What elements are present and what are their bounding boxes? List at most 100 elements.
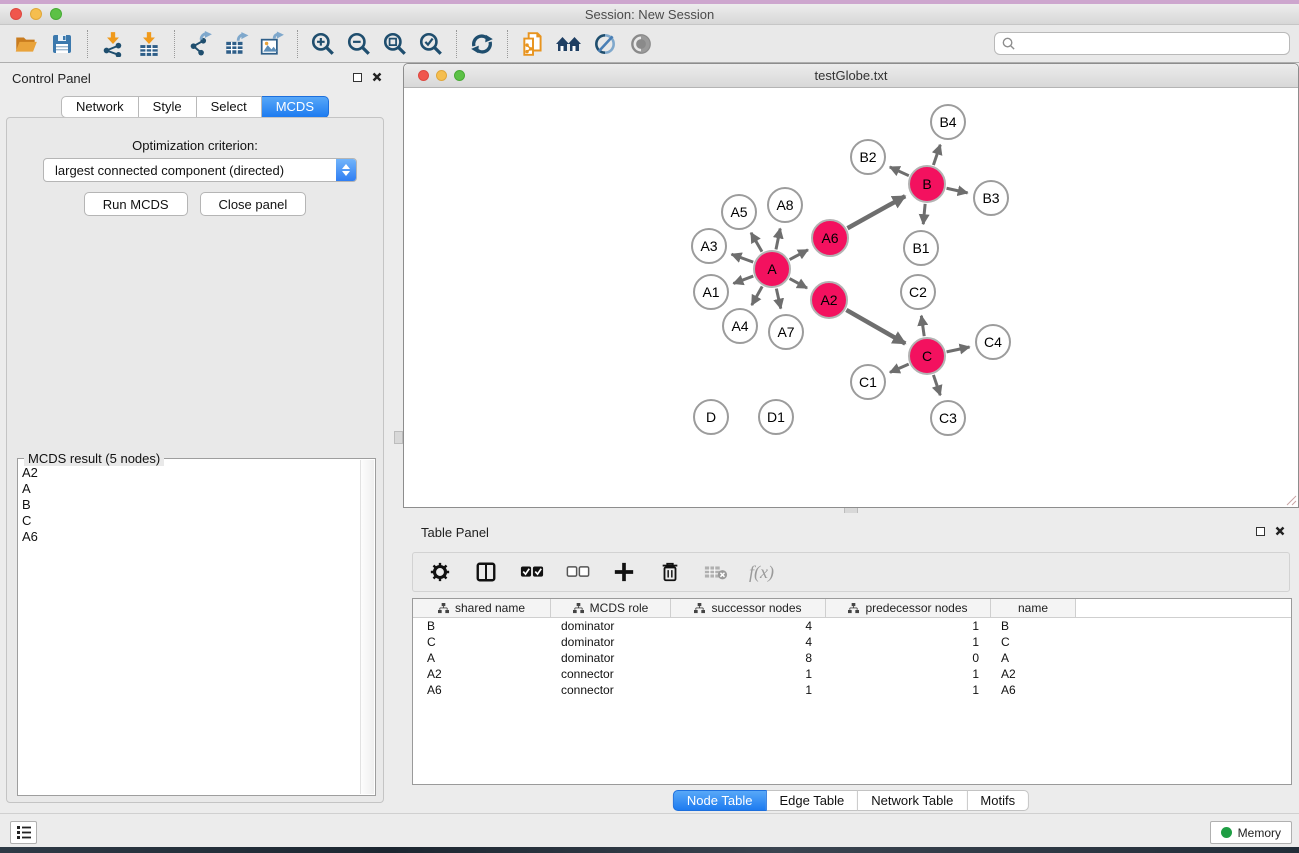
- tab-network-table[interactable]: Network Table: [858, 790, 967, 811]
- network-edge[interactable]: [732, 254, 754, 262]
- network-edge[interactable]: [847, 196, 905, 228]
- add-column-icon[interactable]: [611, 559, 637, 585]
- delete-table-icon[interactable]: [703, 559, 729, 585]
- network-node-A4[interactable]: A4: [722, 308, 758, 344]
- save-session-icon[interactable]: [44, 28, 80, 60]
- network-edge[interactable]: [921, 316, 924, 336]
- tab-motifs[interactable]: Motifs: [967, 790, 1029, 811]
- network-node-B2[interactable]: B2: [850, 139, 886, 175]
- network-node-A5[interactable]: A5: [721, 194, 757, 230]
- delete-icon[interactable]: [657, 559, 683, 585]
- table-row[interactable]: Bdominator41B: [413, 618, 1291, 634]
- network-canvas[interactable]: B4B2BB3B1A5A8A6A3AA1A2A4A7C2C4CC1C3DD1: [404, 88, 1298, 507]
- table-cell[interactable]: 1: [826, 667, 991, 681]
- network-edge[interactable]: [890, 167, 909, 176]
- table-cell[interactable]: dominator: [551, 651, 671, 665]
- criterion-dropdown[interactable]: largest connected component (directed): [43, 158, 357, 182]
- table-cell[interactable]: dominator: [551, 635, 671, 649]
- result-item[interactable]: C: [22, 513, 359, 529]
- hide-selected-icon[interactable]: [587, 28, 623, 60]
- network-edge[interactable]: [776, 289, 780, 309]
- tab-network[interactable]: Network: [61, 96, 139, 118]
- table-cell[interactable]: 1: [826, 619, 991, 633]
- table-cell[interactable]: A: [991, 651, 1076, 665]
- network-node-C1[interactable]: C1: [850, 364, 886, 400]
- zoom-in-icon[interactable]: [305, 28, 341, 60]
- network-node-A7[interactable]: A7: [768, 314, 804, 350]
- table-cell[interactable]: A6: [991, 683, 1076, 697]
- float-table-panel-icon[interactable]: [1256, 527, 1265, 536]
- tab-style[interactable]: Style: [139, 96, 197, 118]
- table-cell[interactable]: A2: [991, 667, 1076, 681]
- table-cell[interactable]: 4: [671, 635, 826, 649]
- table-cell[interactable]: 4: [671, 619, 826, 633]
- network-edge[interactable]: [846, 310, 905, 344]
- network-node-C3[interactable]: C3: [930, 400, 966, 436]
- tab-mcds[interactable]: MCDS: [262, 96, 329, 118]
- column-header-name[interactable]: name: [991, 599, 1076, 618]
- table-cell[interactable]: A2: [413, 667, 551, 681]
- resize-corner-icon[interactable]: [1285, 494, 1297, 506]
- network-node-B[interactable]: B: [908, 165, 946, 203]
- table-cell[interactable]: B: [991, 619, 1076, 633]
- new-network-from-selection-icon[interactable]: [515, 28, 551, 60]
- table-cell[interactable]: 1: [826, 635, 991, 649]
- network-node-C[interactable]: C: [908, 337, 946, 375]
- table-row[interactable]: A2connector11A2: [413, 666, 1291, 682]
- network-node-A1[interactable]: A1: [693, 274, 729, 310]
- table-cell[interactable]: connector: [551, 683, 671, 697]
- table-row[interactable]: Cdominator41C: [413, 634, 1291, 650]
- network-edge[interactable]: [923, 204, 925, 224]
- column-header-shared-name[interactable]: shared name: [413, 599, 551, 618]
- columns-icon[interactable]: [473, 559, 499, 585]
- vertical-splitter-grip[interactable]: [394, 431, 403, 444]
- table-cell[interactable]: C: [413, 635, 551, 649]
- select-all-icon[interactable]: [519, 559, 545, 585]
- tab-edge-table[interactable]: Edge Table: [766, 790, 858, 811]
- network-edge[interactable]: [733, 276, 753, 283]
- table-cell[interactable]: A6: [413, 683, 551, 697]
- search-field[interactable]: [994, 32, 1290, 55]
- table-cell[interactable]: 0: [826, 651, 991, 665]
- apply-layout-icon[interactable]: [464, 28, 500, 60]
- open-file-icon[interactable]: [8, 28, 44, 60]
- column-header-predecessor-nodes[interactable]: predecessor nodes: [826, 599, 991, 618]
- result-item[interactable]: A: [22, 481, 359, 497]
- network-node-D1[interactable]: D1: [758, 399, 794, 435]
- close-panel-button[interactable]: Close panel: [200, 192, 307, 216]
- tab-node-table[interactable]: Node Table: [673, 790, 767, 811]
- first-neighbors-icon[interactable]: [551, 28, 587, 60]
- table-cell[interactable]: B: [413, 619, 551, 633]
- network-edge[interactable]: [947, 188, 968, 193]
- network-edge[interactable]: [776, 229, 780, 250]
- tab-select[interactable]: Select: [197, 96, 262, 118]
- import-table-icon[interactable]: [131, 28, 167, 60]
- network-node-C2[interactable]: C2: [900, 274, 936, 310]
- float-panel-icon[interactable]: [353, 73, 362, 82]
- task-history-button[interactable]: [10, 821, 37, 844]
- network-node-B4[interactable]: B4: [930, 104, 966, 140]
- result-scrollbar[interactable]: [360, 460, 374, 794]
- network-edge[interactable]: [890, 364, 909, 372]
- network-edge[interactable]: [933, 145, 940, 165]
- close-panel-icon[interactable]: [372, 72, 382, 82]
- column-header-successor-nodes[interactable]: successor nodes: [671, 599, 826, 618]
- search-input[interactable]: [1016, 35, 1289, 53]
- network-node-A3[interactable]: A3: [691, 228, 727, 264]
- table-cell[interactable]: A: [413, 651, 551, 665]
- network-node-A[interactable]: A: [753, 250, 791, 288]
- close-table-panel-icon[interactable]: [1275, 526, 1285, 536]
- zoom-selected-icon[interactable]: [413, 28, 449, 60]
- network-edge[interactable]: [947, 347, 970, 352]
- network-edge[interactable]: [790, 279, 807, 289]
- result-item[interactable]: A2: [22, 465, 359, 481]
- result-item[interactable]: B: [22, 497, 359, 513]
- network-node-A6[interactable]: A6: [811, 219, 849, 257]
- network-node-A2[interactable]: A2: [810, 281, 848, 319]
- export-table-icon[interactable]: [218, 28, 254, 60]
- network-node-A8[interactable]: A8: [767, 187, 803, 223]
- table-cell[interactable]: dominator: [551, 619, 671, 633]
- network-node-B1[interactable]: B1: [903, 230, 939, 266]
- network-node-C4[interactable]: C4: [975, 324, 1011, 360]
- network-node-D[interactable]: D: [693, 399, 729, 435]
